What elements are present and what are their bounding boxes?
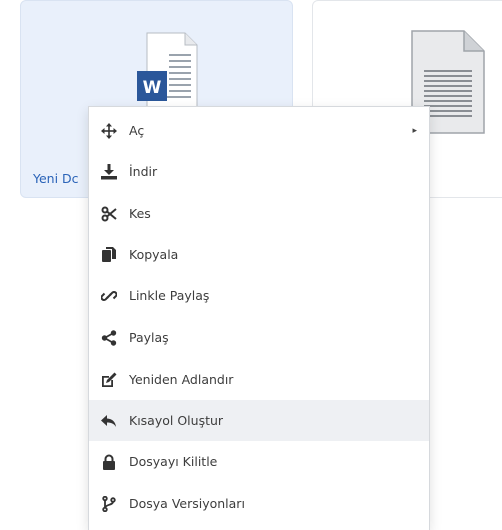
context-menu: Aç ▸ İndir Kes Kopyala Linkle Paylaş Pay…: [88, 106, 430, 530]
menu-item-share-link[interactable]: Linkle Paylaş: [89, 275, 429, 316]
menu-item-rename[interactable]: Yeniden Adlandır: [89, 359, 429, 400]
menu-item-download[interactable]: İndir: [89, 151, 429, 192]
menu-item-label: Aç: [129, 123, 145, 138]
menu-item-share[interactable]: Paylaş: [89, 317, 429, 358]
menu-item-label: Yeniden Adlandır: [129, 372, 234, 387]
download-icon: [97, 162, 121, 182]
menu-item-label: Paylaş: [129, 330, 169, 345]
menu-item-label: Linkle Paylaş: [129, 288, 210, 303]
scissors-icon: [97, 204, 121, 224]
menu-item-label: Kopyala: [129, 247, 179, 262]
move-arrows-icon: [97, 121, 121, 141]
menu-item-copy[interactable]: Kopyala: [89, 234, 429, 275]
share-icon: [97, 328, 121, 348]
link-icon: [97, 286, 121, 306]
word-document-icon: W: [137, 32, 198, 108]
edit-icon: [97, 370, 121, 390]
menu-item-open[interactable]: Aç ▸: [89, 110, 429, 151]
shortcut-arrow-icon: [97, 411, 121, 431]
word-badge: W: [143, 78, 162, 98]
menu-item-create-shortcut[interactable]: Kısayol Oluştur: [89, 400, 429, 441]
branch-icon: [97, 494, 121, 514]
menu-item-lock-file[interactable]: Dosyayı Kilitle: [89, 441, 429, 482]
submenu-indicator-icon: ▸: [412, 125, 417, 136]
lock-icon: [97, 452, 121, 472]
menu-item-label: Kes: [129, 206, 151, 221]
menu-item-label: Dosya Versiyonları: [129, 496, 245, 511]
menu-item-file-versions[interactable]: Dosya Versiyonları: [89, 483, 429, 524]
menu-item-cut[interactable]: Kes: [89, 193, 429, 234]
copy-icon: [97, 245, 121, 265]
menu-item-label: İndir: [129, 164, 158, 179]
menu-item-label: Dosyayı Kilitle: [129, 454, 218, 469]
file-name-label: Yeni Dc: [33, 171, 79, 186]
menu-item-label: Kısayol Oluştur: [129, 413, 224, 428]
